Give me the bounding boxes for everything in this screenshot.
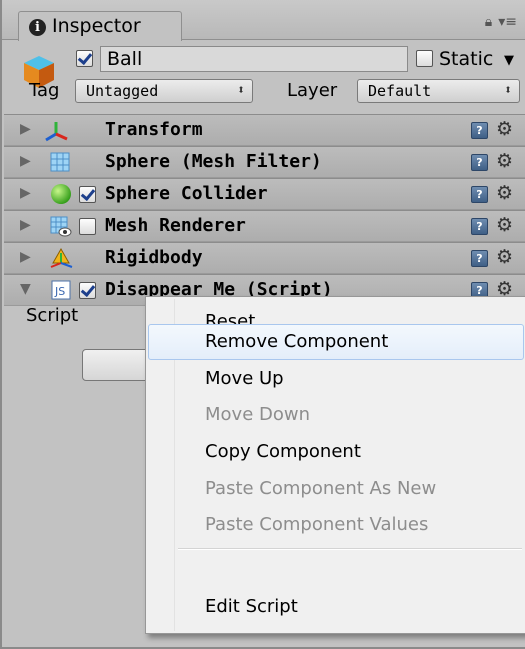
info-icon: i <box>29 19 46 36</box>
component-rigidbody[interactable]: ▶ Rigidbody ? ⚙ <box>4 242 525 274</box>
component-sphere-collider[interactable]: ▶ Sphere Collider ? ⚙ <box>4 178 525 210</box>
component-context-menu: Reset Remove Component Move Up Move Down… <box>145 296 525 634</box>
component-title: Mesh Renderer <box>105 215 246 236</box>
menu-item-move-down[interactable]: Move Down <box>148 397 524 433</box>
updown-arrow-icon: ⬍ <box>237 83 245 98</box>
static-checkbox[interactable] <box>416 50 433 67</box>
inspector-window: i Inspector 🔒︎ ▾≡ Ball Static ▼ Tag Untagg… <box>0 0 525 649</box>
component-enabled-checkbox[interactable] <box>79 186 96 203</box>
transform-icon <box>45 122 68 142</box>
help-icon[interactable]: ? <box>471 186 488 203</box>
foldout-arrow-icon[interactable]: ▶ <box>20 185 31 201</box>
foldout-arrow-icon[interactable]: ▶ <box>20 121 31 137</box>
menu-separator <box>178 548 522 550</box>
component-title: Rigidbody <box>105 247 203 268</box>
help-icon[interactable]: ? <box>471 250 488 267</box>
object-name-field[interactable]: Ball <box>100 46 408 72</box>
tag-label: Tag <box>29 80 60 101</box>
gear-icon[interactable]: ⚙ <box>496 182 513 204</box>
menu-item-paste-component-as-new[interactable]: Paste Component As New <box>148 471 524 507</box>
active-checkbox[interactable] <box>76 50 93 67</box>
layer-label: Layer <box>287 80 338 101</box>
tab-inspector[interactable]: i Inspector <box>18 11 182 41</box>
rigidbody-icon <box>50 247 73 268</box>
component-mesh-filter[interactable]: ▶ Sphere (Mesh Filter) ? ⚙ <box>4 146 525 178</box>
help-icon[interactable]: ? <box>471 154 488 171</box>
tab-bar: i Inspector 🔒︎ ▾≡ <box>2 0 525 41</box>
gear-icon[interactable]: ⚙ <box>496 150 513 172</box>
component-title: Sphere (Mesh Filter) <box>105 151 322 172</box>
gear-icon[interactable]: ⚙ <box>496 246 513 268</box>
static-dropdown-icon[interactable]: ▼ <box>504 53 514 68</box>
menu-item-edit-script[interactable]: Edit Script <box>148 589 524 625</box>
component-transform[interactable]: ▶ Transform ? ⚙ <box>4 114 525 146</box>
svg-text:JS: JS <box>54 285 65 298</box>
foldout-arrow-icon[interactable]: ▶ <box>20 153 31 169</box>
help-icon[interactable]: ? <box>471 218 488 235</box>
menu-item-paste-component-values[interactable]: Paste Component Values <box>148 507 524 543</box>
help-icon[interactable]: ? <box>471 122 488 139</box>
tab-menu-icon[interactable]: ▾≡ <box>498 14 517 30</box>
mesh-filter-icon <box>50 152 70 172</box>
tag-dropdown[interactable]: Untagged ⬍ <box>75 79 253 103</box>
gear-icon[interactable]: ⚙ <box>496 214 513 236</box>
mesh-renderer-icon <box>50 216 72 237</box>
tab-tools: 🔒︎ ▾≡ <box>479 14 517 30</box>
foldout-arrow-icon[interactable]: ▼ <box>20 281 31 297</box>
layer-dropdown[interactable]: Default ⬍ <box>357 79 520 103</box>
foldout-arrow-icon[interactable]: ▶ <box>20 249 31 265</box>
updown-arrow-icon: ⬍ <box>504 83 512 98</box>
tab-label: Inspector <box>52 15 141 37</box>
menu-item-move-up[interactable]: Move Up <box>148 361 524 397</box>
component-title: Transform <box>105 119 203 140</box>
foldout-arrow-icon[interactable]: ▶ <box>20 217 31 233</box>
static-label: Static <box>439 48 494 70</box>
js-script-icon: JS <box>51 280 71 300</box>
menu-item-remove-component[interactable]: Remove Component <box>148 324 524 360</box>
tag-value: Untagged <box>86 82 159 100</box>
component-enabled-checkbox[interactable] <box>79 282 96 299</box>
sphere-collider-icon <box>51 184 71 204</box>
component-mesh-renderer[interactable]: ▶ Mesh Renderer ? ⚙ <box>4 210 525 242</box>
component-title: Sphere Collider <box>105 183 268 204</box>
lock-icon[interactable]: 🔒︎ <box>485 14 492 30</box>
layer-value: Default <box>368 82 432 100</box>
menu-item-copy-component[interactable]: Copy Component <box>148 434 524 470</box>
script-field-label: Script <box>26 305 79 326</box>
component-enabled-checkbox[interactable] <box>79 218 96 235</box>
gear-icon[interactable]: ⚙ <box>496 118 513 140</box>
